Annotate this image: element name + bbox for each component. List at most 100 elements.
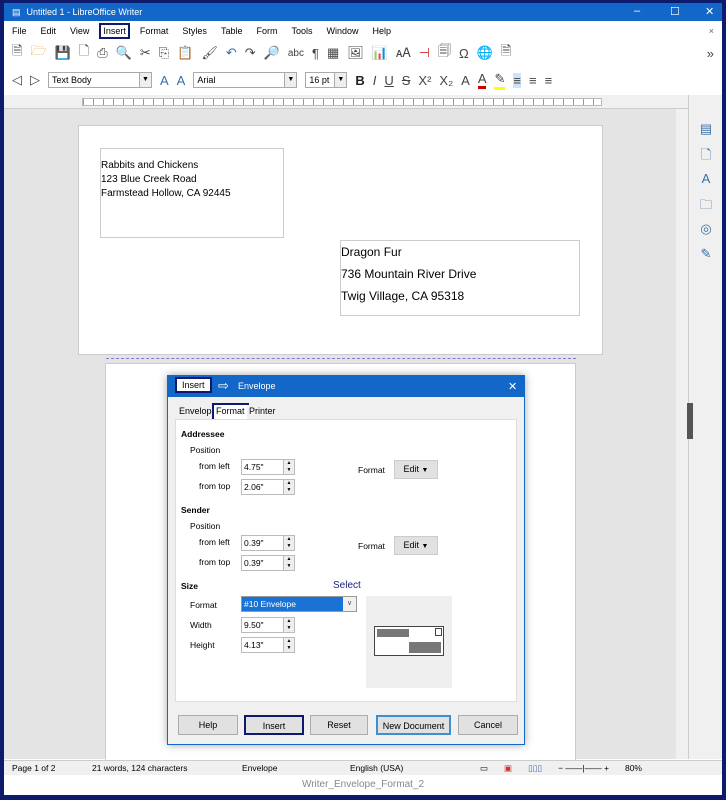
paragraph-style-select[interactable]: Text Body ▼	[48, 72, 152, 88]
page-count[interactable]: Page 1 of 2	[4, 763, 84, 773]
sender-from-left-input[interactable]: 0.39" ▲ ▼	[241, 535, 295, 551]
tab-envelope[interactable]: Envelope	[177, 405, 219, 419]
subscript-icon[interactable]: X₂	[439, 73, 453, 88]
menu-tools[interactable]: Tools	[289, 25, 314, 37]
new-style-icon[interactable]: A	[177, 73, 186, 88]
reset-button[interactable]: Reset	[310, 715, 368, 735]
menu-view[interactable]: View	[68, 25, 91, 37]
view-layout-icon[interactable]: ▯▯▯	[520, 763, 550, 774]
save-icon[interactable]: 💾	[55, 45, 71, 61]
clone-formatting-icon[interactable]: 🖌	[201, 45, 218, 61]
print-preview-icon[interactable]: 🔍	[116, 45, 132, 61]
previous-icon[interactable]: ◁	[12, 72, 22, 88]
zoom-slider[interactable]: − ——|—— +	[550, 763, 617, 773]
help-button[interactable]: Help	[178, 715, 238, 735]
redo-icon[interactable]: ↷	[245, 45, 256, 61]
menu-format[interactable]: Format	[138, 25, 171, 37]
menu-window[interactable]: Window	[324, 25, 360, 37]
spin-arrows-icon[interactable]: ▲ ▼	[283, 618, 294, 632]
gallery-icon[interactable]: 🗀	[698, 196, 714, 212]
envelope-format-select[interactable]: #10 Envelope ∨	[241, 596, 357, 612]
ruler[interactable]	[4, 95, 688, 109]
new-document-button[interactable]: New Document	[376, 715, 451, 735]
addressee-edit-button[interactable]: Edit ▼	[394, 460, 438, 479]
height-input[interactable]: 4.13" ▲ ▼	[241, 637, 295, 653]
selection-mode-icon[interactable]: ▭	[472, 763, 496, 774]
insert-image-icon[interactable]: 🖼	[347, 45, 364, 61]
copy-icon[interactable]: ⎘	[159, 45, 169, 61]
font-size-select[interactable]: 16 pt ▼	[305, 72, 348, 88]
align-center-icon[interactable]: ≡	[529, 73, 537, 88]
language[interactable]: English (USA)	[342, 763, 472, 773]
navigator-icon[interactable]: ◎	[698, 221, 714, 237]
manage-changes-icon[interactable]: ✎	[698, 246, 714, 262]
paste-icon[interactable]: 📋	[177, 45, 193, 61]
align-right-icon[interactable]: ≡	[545, 73, 553, 88]
spin-arrows-icon[interactable]: ▲ ▼	[283, 460, 294, 474]
menu-edit[interactable]: Edit	[39, 25, 59, 37]
sender-address-frame[interactable]: Rabbits and Chickens 123 Blue Creek Road…	[100, 148, 284, 238]
insert-button[interactable]: Insert	[244, 715, 304, 735]
spin-arrows-icon[interactable]: ▲ ▼	[283, 536, 294, 550]
menu-help[interactable]: Help	[370, 25, 393, 37]
next-icon[interactable]: ▷	[30, 72, 40, 88]
minimize-button[interactable]: –	[634, 5, 640, 17]
superscript-icon[interactable]: X²	[418, 73, 431, 88]
print-icon[interactable]: ⎙	[97, 45, 107, 61]
footnote-icon[interactable]: 🗎	[501, 42, 511, 64]
open-icon[interactable]: 🗁	[30, 42, 46, 64]
font-color-icon[interactable]: A	[477, 71, 487, 89]
addressee-from-left-input[interactable]: 4.75" ▲ ▼	[241, 459, 295, 475]
italic-icon[interactable]: I	[373, 73, 377, 88]
page-style[interactable]: Envelope	[234, 763, 342, 773]
page-icon[interactable]: 🗋	[698, 146, 714, 162]
bold-icon[interactable]: B	[355, 73, 364, 88]
insert-chart-icon[interactable]: 📊	[372, 45, 388, 61]
highlight-icon[interactable]: ✎	[494, 71, 506, 90]
styles-icon[interactable]: A	[698, 171, 714, 187]
tab-printer[interactable]: Printer	[247, 405, 278, 419]
export-pdf-icon[interactable]: 🗋	[79, 42, 89, 64]
find-replace-icon[interactable]: 🔎	[264, 45, 280, 61]
dialog-close-button[interactable]: ✕	[508, 380, 517, 393]
align-left-icon[interactable]: ≡	[513, 72, 521, 88]
menu-file[interactable]: File	[10, 25, 29, 37]
hyperlink-icon[interactable]: 🌐	[477, 45, 493, 61]
insert-textbox-icon[interactable]: 🗚	[396, 45, 411, 61]
strikethrough-icon[interactable]: S	[402, 73, 411, 88]
insert-field-icon[interactable]: 🗐	[438, 42, 451, 64]
more-icon[interactable]: »	[707, 46, 714, 61]
menu-form[interactable]: Form	[254, 25, 279, 37]
underline-icon[interactable]: U	[384, 73, 393, 88]
zoom-level[interactable]: 80%	[617, 763, 650, 773]
close-button[interactable]: ✕	[705, 5, 714, 18]
clear-formatting-icon[interactable]: A	[461, 73, 470, 88]
addressee-address-frame[interactable]: Dragon Fur 736 Mountain River Drive Twig…	[340, 240, 580, 316]
spin-arrows-icon[interactable]: ▲ ▼	[283, 556, 294, 570]
font-name-select[interactable]: Arial ▼	[193, 72, 298, 88]
spin-arrows-icon[interactable]: ▲ ▼	[283, 638, 294, 652]
update-style-icon[interactable]: A	[160, 73, 169, 88]
maximize-button[interactable]: ☐	[670, 5, 680, 18]
width-input[interactable]: 9.50" ▲ ▼	[241, 617, 295, 633]
cancel-button[interactable]: Cancel	[458, 715, 518, 735]
special-character-icon[interactable]: Ω	[459, 46, 469, 61]
addressee-from-top-input[interactable]: 2.06" ▲ ▼	[241, 479, 295, 495]
formatting-marks-icon[interactable]: ¶	[312, 46, 319, 61]
tab-format[interactable]: Format	[212, 403, 249, 421]
menu-insert[interactable]: Insert	[99, 22, 130, 39]
word-count[interactable]: 21 words, 124 characters	[84, 763, 234, 773]
close-document-button[interactable]: ×	[709, 26, 714, 36]
insert-table-icon[interactable]: ▦	[327, 45, 339, 61]
menu-styles[interactable]: Styles	[180, 25, 209, 37]
page-break-icon[interactable]: ⊣	[419, 45, 430, 61]
sidebar-collapse-handle[interactable]	[687, 403, 693, 439]
spin-arrows-icon[interactable]: ▲ ▼	[283, 480, 294, 494]
new-icon[interactable]: 🗎	[12, 42, 22, 64]
properties-icon[interactable]: ▤	[698, 121, 714, 137]
menu-table[interactable]: Table	[219, 25, 245, 37]
undo-icon[interactable]: ↶	[226, 45, 237, 61]
cut-icon[interactable]: ✂	[140, 45, 151, 61]
sender-from-top-input[interactable]: 0.39" ▲ ▼	[241, 555, 295, 571]
spelling-icon[interactable]: abc	[288, 48, 304, 59]
